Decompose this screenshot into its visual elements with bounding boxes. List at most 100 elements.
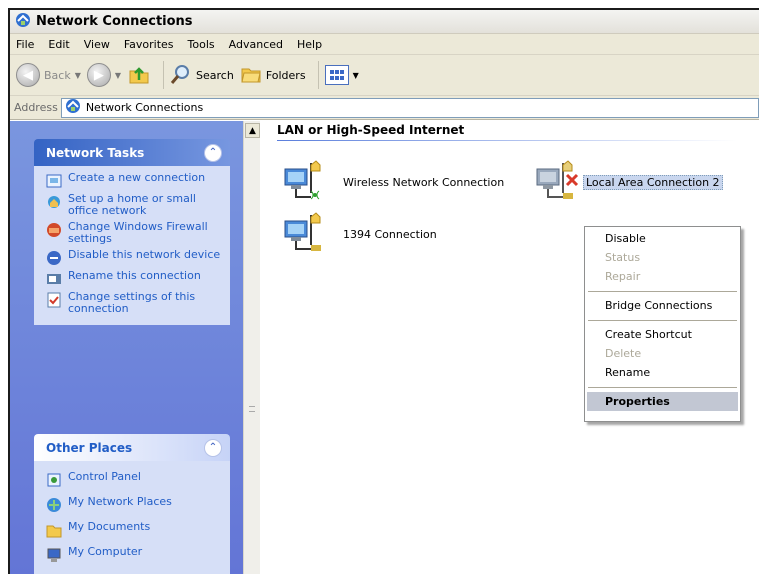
menu-item-repair[interactable]: Repair [587, 267, 738, 286]
folders-icon [240, 63, 262, 88]
other-places-header[interactable]: Other Places ⌃ [34, 434, 230, 461]
collapse-other-places-icon[interactable]: ⌃ [204, 438, 222, 457]
toolbar-separator [163, 61, 165, 89]
menu-file[interactable]: File [16, 38, 34, 51]
toolbar-separator [317, 61, 319, 89]
new-connection-icon [46, 173, 62, 189]
place-my-computer[interactable]: My Computer [46, 546, 222, 563]
menu-item-bridge-connections[interactable]: Bridge Connections [587, 296, 738, 315]
task-label: Create a new connection [68, 171, 206, 184]
network-connections-icon [15, 12, 31, 31]
other-places-body: Control Panel My Network Places My Docum… [34, 461, 230, 574]
menu-separator [588, 387, 737, 388]
group-header: LAN or High-Speed Internet [277, 123, 465, 137]
documents-icon [46, 522, 62, 538]
place-label: Control Panel [68, 470, 141, 483]
place-my-documents[interactable]: My Documents [46, 521, 222, 538]
address-value: Network Connections [85, 101, 204, 114]
connection-label: Local Area Connection 2 [583, 175, 723, 190]
menu-favorites[interactable]: Favorites [124, 38, 174, 51]
task-rename[interactable]: Rename this connection [46, 270, 222, 287]
back-arrow-icon: ◀ [16, 63, 40, 87]
back-label: Back [44, 68, 71, 82]
task-label: Change Windows Firewall settings [68, 220, 208, 245]
computer-icon [46, 547, 62, 563]
place-label: My Computer [68, 545, 143, 558]
context-menu: Disable Status Repair Bridge Connections… [584, 226, 741, 422]
menu-edit[interactable]: Edit [48, 38, 69, 51]
menu-item-rename[interactable]: Rename [587, 363, 738, 382]
place-control-panel[interactable]: Control Panel [46, 471, 222, 488]
forward-button[interactable]: ▶ ▼ [86, 59, 121, 91]
task-change-settings[interactable]: Change settings of this connection [46, 291, 222, 315]
menu-separator [588, 320, 737, 321]
network-places-icon [46, 497, 62, 513]
home-network-icon [46, 194, 62, 210]
disable-device-icon [46, 250, 62, 266]
menu-separator [588, 291, 737, 292]
window-title: Network Connections [36, 14, 193, 29]
task-create-connection[interactable]: Create a new connection [46, 172, 222, 189]
lan-connection-icon [281, 209, 329, 260]
collapse-network-tasks-icon[interactable]: ⌃ [204, 143, 222, 162]
place-label: My Documents [68, 520, 151, 533]
menu-tools[interactable]: Tools [188, 38, 215, 51]
menu-item-delete[interactable]: Delete [587, 344, 738, 363]
back-dropdown-icon[interactable]: ▼ [75, 71, 81, 80]
menu-view[interactable]: View [84, 38, 110, 51]
folders-button[interactable]: Folders [240, 59, 306, 91]
task-home-network[interactable]: Set up a home or small office network [46, 193, 222, 217]
title-bar[interactable]: Network Connections [10, 10, 759, 34]
search-icon [170, 63, 192, 88]
menu-item-status[interactable]: Status [587, 248, 738, 267]
forward-dropdown-icon[interactable]: ▼ [115, 71, 121, 80]
menu-item-disable[interactable]: Disable [587, 229, 738, 248]
search-label: Search [196, 68, 234, 82]
folders-label: Folders [265, 68, 306, 82]
menu-bar: File Edit View Favorites Tools Advanced … [10, 34, 759, 55]
scrollbar-grip[interactable] [249, 406, 255, 412]
views-button[interactable]: ▼ [324, 59, 359, 91]
toolbar: ◀ Back ▼ ▶ ▼ Search Folders ▼ [10, 55, 759, 96]
other-places-title: Other Places [46, 440, 133, 455]
task-label: Change settings of this connection [68, 290, 196, 315]
place-network-places[interactable]: My Network Places [46, 496, 222, 513]
up-folder-icon [127, 62, 151, 89]
task-pane-scrollbar[interactable]: ▲ [243, 121, 260, 574]
task-label: Rename this connection [68, 269, 201, 282]
task-label: Disable this network device [68, 248, 221, 261]
connection-label: Wireless Network Connection [343, 176, 505, 189]
network-connections-window: Network Connections File Edit View Favor… [8, 8, 759, 574]
network-tasks-panel: Network Tasks ⌃ Create a new connection … [34, 139, 230, 325]
task-pane: Network Tasks ⌃ Create a new connection … [10, 121, 243, 574]
rename-icon [46, 271, 62, 287]
address-bar: Address Network Connections [10, 96, 759, 120]
connection-wireless[interactable]: Wireless Network Connection [281, 157, 504, 208]
back-button[interactable]: ◀ Back ▼ [16, 59, 81, 91]
group-divider [277, 140, 737, 141]
control-panel-icon [46, 472, 62, 488]
connection-label: 1394 Connection [343, 228, 437, 241]
task-disable-device[interactable]: Disable this network device [46, 249, 222, 266]
settings-icon [46, 292, 62, 308]
network-tasks-body: Create a new connection Set up a home or… [34, 166, 230, 325]
scroll-up-icon[interactable]: ▲ [245, 123, 260, 138]
views-icon [324, 65, 349, 85]
search-button[interactable]: Search [170, 59, 234, 91]
menu-item-properties[interactable]: Properties [587, 392, 738, 411]
other-places-panel: Other Places ⌃ Control Panel My Network … [34, 434, 230, 574]
forward-arrow-icon: ▶ [86, 63, 111, 87]
network-tasks-header[interactable]: Network Tasks ⌃ [34, 139, 230, 166]
connection-local-area-2[interactable]: Local Area Connection 2 [533, 157, 723, 208]
address-field[interactable]: Network Connections [60, 97, 759, 118]
task-firewall[interactable]: Change Windows Firewall settings [46, 221, 222, 245]
firewall-icon [46, 222, 62, 238]
menu-advanced[interactable]: Advanced [229, 38, 283, 51]
menu-help[interactable]: Help [297, 38, 322, 51]
views-dropdown-icon[interactable]: ▼ [353, 71, 359, 80]
up-folder-button[interactable] [127, 59, 151, 91]
menu-item-create-shortcut[interactable]: Create Shortcut [587, 325, 738, 344]
wireless-connection-icon [281, 157, 329, 208]
lan-disconnected-icon [533, 157, 581, 208]
connection-1394[interactable]: 1394 Connection [281, 209, 437, 260]
